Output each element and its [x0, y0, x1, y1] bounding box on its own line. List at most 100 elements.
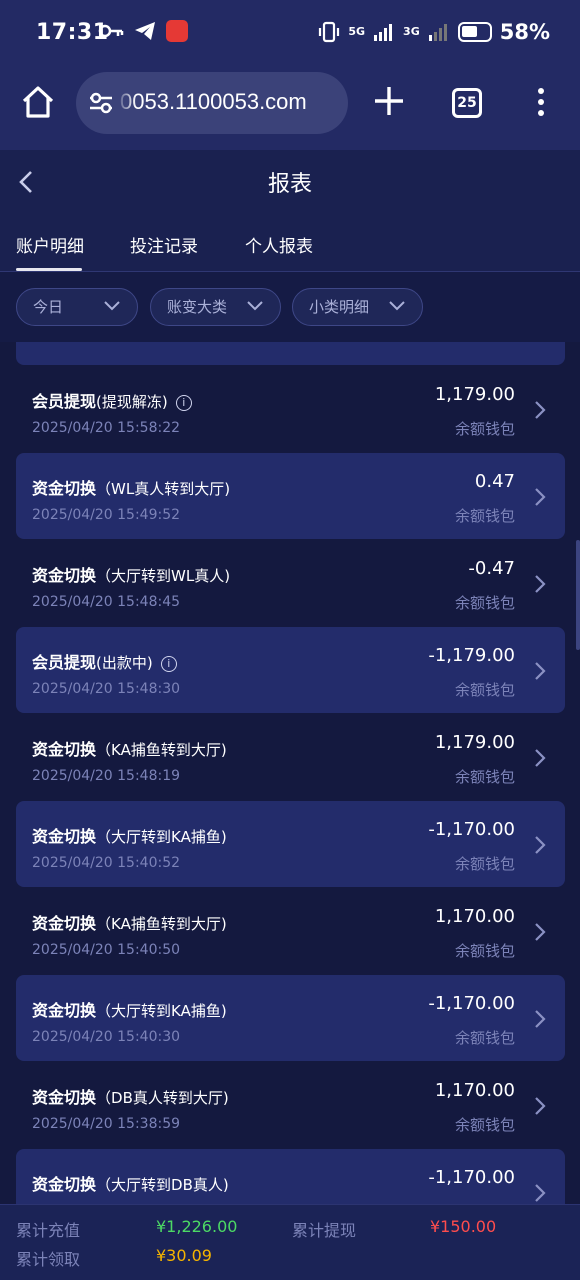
list-item[interactable]: 会员提现(提现解冻) i 2025/04/20 15:58:22 1,179.00 余额…	[16, 366, 565, 452]
item-date: 2025/04/20 15:40:30	[32, 1029, 181, 1045]
item-type: 资金切换	[32, 566, 97, 585]
category-filter[interactable]: 账变大类	[150, 288, 281, 326]
item-title: 资金切换（KA捕鱼转到大厅)	[32, 736, 227, 760]
list-item[interactable]: 资金切换（大厅转到KA捕鱼) 2025/04/20 15:40:52 -1,170.…	[16, 801, 565, 887]
transaction-list[interactable]: 会员提现(提现解冻) i 2025/04/20 15:58:22 1,179.00 余额…	[0, 342, 580, 1204]
item-amount: 1,179.00	[434, 384, 515, 405]
item-amount: 0.47	[474, 471, 515, 492]
chevron-right-icon[interactable]	[533, 1182, 547, 1204]
list-item[interactable]: 资金切换（KA捕鱼转到大厅) 2025/04/20 15:48:19 1,179.0…	[16, 714, 565, 800]
item-subtype: （大厅转到WL真人)	[96, 567, 231, 585]
address-bar[interactable]: 0053.1100053.com	[76, 72, 348, 134]
chevron-right-icon[interactable]	[533, 573, 547, 595]
chevron-right-icon[interactable]	[533, 660, 547, 682]
total-withdraw-value: ¥150.00	[430, 1217, 497, 1236]
item-type: 资金切换	[32, 914, 97, 933]
chevron-right-icon[interactable]	[533, 1095, 547, 1117]
battery-percent: 58%	[499, 20, 550, 44]
list-item[interactable]: 资金切换（WL真人转到大厅) 2025/04/20 15:49:52 0.47 余额钱…	[16, 453, 565, 539]
item-type: 资金切换	[32, 1001, 97, 1020]
total-withdraw-label: 累计提现	[292, 1221, 357, 1240]
item-type: 资金切换	[32, 479, 97, 498]
status-bar: 17:31 5G 3G 58%	[0, 0, 580, 66]
item-amount: -1,170.00	[428, 819, 515, 840]
chevron-down-icon	[104, 301, 120, 311]
url-text[interactable]: 0053.1100053.com	[120, 89, 307, 115]
new-tab-icon[interactable]	[372, 84, 406, 118]
item-amount: -0.47	[468, 558, 515, 579]
item-wallet: 余额钱包	[454, 420, 515, 438]
list-item[interactable]: 会员提现(出款中) i 2025/04/20 15:48:30 -1,179.00 余额…	[16, 627, 565, 713]
status-indicators: 5G 3G 58%	[318, 20, 550, 44]
signal-weak-icon	[428, 24, 447, 41]
list-item[interactable]: 资金切换（大厅转到DB真人) -1,170.00	[16, 1149, 565, 1204]
item-title: 资金切换（大厅转到DB真人)	[32, 1171, 229, 1195]
item-subtype: （DB真人转到大厅)	[96, 1089, 229, 1107]
chevron-right-icon[interactable]	[533, 834, 547, 856]
total-deposit-label: 累计充值	[16, 1221, 81, 1240]
item-wallet: 余额钱包	[454, 1116, 515, 1134]
page-header: 报表	[0, 150, 580, 214]
list-item-partial[interactable]	[16, 342, 565, 365]
item-date: 2025/04/20 15:48:30	[32, 681, 181, 697]
item-amount: 1,170.00	[434, 906, 515, 927]
tab-account-details[interactable]: 账户明细	[16, 232, 84, 257]
item-type: 资金切换	[32, 827, 97, 846]
battery-icon	[457, 22, 492, 42]
key-icon	[98, 24, 124, 38]
list-item[interactable]: 资金切换（大厅转到KA捕鱼) 2025/04/20 15:40:30 -1,170.…	[16, 975, 565, 1061]
date-filter[interactable]: 今日	[16, 288, 138, 326]
item-type: 资金切换	[32, 740, 97, 759]
item-subtype: （大厅转到KA捕鱼)	[96, 1002, 227, 1020]
chevron-right-icon[interactable]	[533, 747, 547, 769]
subcategory-filter-label: 小类明细	[309, 298, 370, 316]
more-menu-icon[interactable]	[534, 86, 548, 122]
tab-bet-records[interactable]: 投注记录	[130, 232, 198, 257]
category-filter-label: 账变大类	[167, 298, 228, 316]
tab-switcher-button[interactable]: 25	[452, 88, 482, 118]
site-settings-icon[interactable]	[88, 90, 114, 116]
tab-personal-report[interactable]: 个人报表	[245, 232, 313, 257]
chevron-right-icon[interactable]	[533, 399, 547, 421]
info-icon[interactable]: i	[175, 395, 192, 411]
item-title: 资金切换（KA捕鱼转到大厅)	[32, 910, 227, 934]
vibrate-icon	[319, 21, 340, 43]
notification-icons	[98, 20, 188, 42]
list-item[interactable]: 资金切换（DB真人转到大厅) 2025/04/20 15:38:59 1,170.0…	[16, 1062, 565, 1148]
chevron-right-icon[interactable]	[533, 486, 547, 508]
item-amount: 1,179.00	[434, 732, 515, 753]
list-item[interactable]: 资金切换（大厅转到WL真人) 2025/04/20 15:48:45 -0.47 余额…	[16, 540, 565, 626]
filter-bar: 今日 账变大类 小类明细	[0, 272, 580, 342]
subcategory-filter[interactable]: 小类明细	[292, 288, 423, 326]
summary-footer: 累计充值 ¥1,226.00 累计提现 ¥150.00 累计领取 ¥30.09	[0, 1204, 580, 1280]
item-title: 资金切换（大厅转到WL真人)	[32, 562, 230, 586]
item-amount: -1,170.00	[428, 993, 515, 1014]
list-item[interactable]: 资金切换（KA捕鱼转到大厅) 2025/04/20 15:40:50 1,170.0…	[16, 888, 565, 974]
item-date: 2025/04/20 15:58:22	[32, 420, 181, 436]
info-icon[interactable]: i	[160, 656, 177, 672]
chevron-down-icon	[247, 301, 263, 311]
item-type: 会员提现	[32, 653, 97, 672]
item-title: 资金切换（大厅转到KA捕鱼)	[32, 823, 227, 847]
item-date: 2025/04/20 15:49:52	[32, 507, 181, 523]
item-type: 资金切换	[32, 1088, 97, 1107]
home-icon[interactable]	[20, 84, 56, 120]
scrollbar[interactable]	[576, 540, 580, 650]
item-wallet: 余额钱包	[454, 594, 515, 612]
telegram-icon	[135, 22, 155, 40]
item-subtype: (出款中)	[96, 654, 153, 672]
network-5g-label: 5G	[348, 25, 366, 38]
item-subtype: （KA捕鱼转到大厅)	[96, 741, 227, 759]
item-wallet: 余额钱包	[454, 942, 515, 960]
item-wallet: 余额钱包	[454, 507, 515, 525]
chevron-right-icon[interactable]	[533, 921, 547, 943]
signal-icon	[374, 24, 393, 41]
tab-bar: 账户明细 投注记录 个人报表	[0, 214, 580, 272]
app-notification-icon	[166, 20, 188, 42]
item-title: 资金切换（WL真人转到大厅)	[32, 475, 230, 499]
total-claim-label: 累计领取	[16, 1250, 81, 1269]
item-type: 会员提现	[32, 392, 97, 411]
total-deposit-value: ¥1,226.00	[156, 1217, 238, 1236]
network-3g-label: 3G	[403, 25, 420, 38]
chevron-right-icon[interactable]	[533, 1008, 547, 1030]
